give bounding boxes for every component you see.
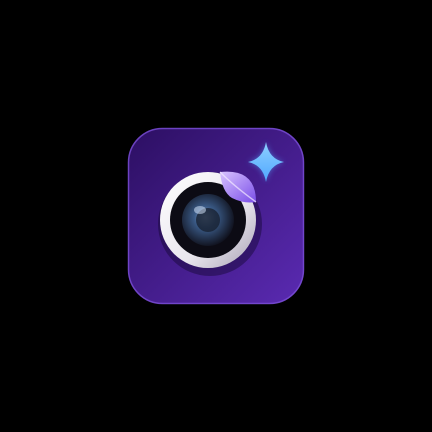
app-icon-graphic [127,127,305,305]
app-icon[interactable] [126,126,306,306]
icon-canvas [0,0,432,432]
